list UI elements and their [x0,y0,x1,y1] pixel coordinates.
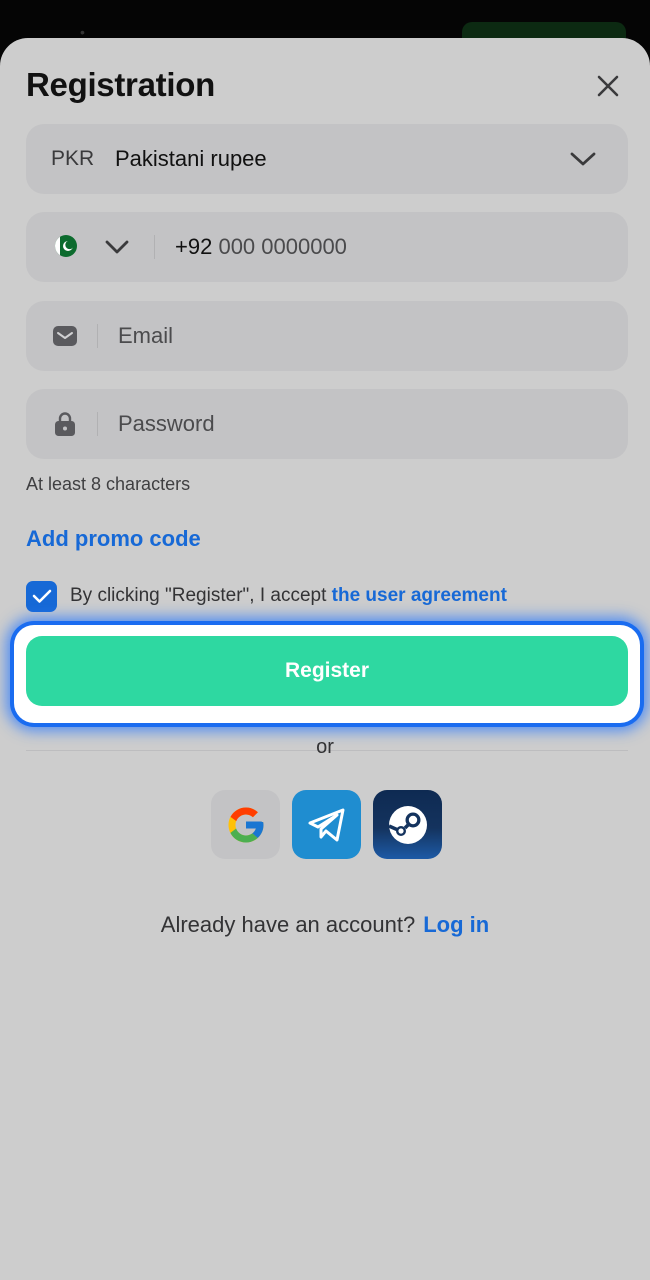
close-icon [597,75,619,97]
envelope-icon [52,323,78,349]
lock-icon [52,411,78,437]
agreement-text: By clicking "Register", I accept the use… [70,585,507,607]
close-button[interactable] [590,68,626,104]
add-promo-code-link[interactable]: Add promo code [26,526,201,552]
register-highlight: Register [14,625,640,723]
phone-prefix: +92 [175,234,213,259]
field-divider [97,412,98,436]
login-row: Already have an account? Log in [0,912,650,938]
checkmark-icon [32,589,51,603]
user-agreement-link[interactable]: the user agreement [332,585,507,606]
currency-code: PKR [51,147,95,170]
phone-input[interactable]: +92 000 0000000 [175,234,347,260]
dialog-title: Registration [26,66,215,103]
currency-name: Pakistani rupee [115,146,267,171]
telegram-login-button[interactable] [292,790,361,859]
agreement-row: By clicking "Register", I accept the use… [26,580,507,612]
email-input[interactable]: Email [118,323,173,349]
register-button[interactable]: Register [26,636,628,706]
field-divider [97,324,98,348]
log-in-link[interactable]: Log in [423,912,489,937]
login-prompt: Already have an account? [160,912,416,937]
social-login-row [211,790,442,859]
google-login-button[interactable] [211,790,280,859]
email-field[interactable]: Email [26,301,628,371]
currency-select[interactable]: PKR Pakistani rupee [26,124,628,194]
password-field[interactable]: Password [26,389,628,459]
telegram-icon [308,808,344,841]
phone-field[interactable]: +92 000 0000000 [26,212,628,282]
password-hint: At least 8 characters [26,474,191,494]
field-divider [154,235,155,259]
pakistan-flag-icon [54,234,78,258]
password-input[interactable]: Password [118,411,215,437]
chevron-down-icon [568,146,598,172]
registration-sheet: Registration PKR Pakistani rupee +92 000… [0,38,650,1280]
country-chevron-down-icon[interactable] [102,234,132,260]
steam-icon [387,805,427,844]
agreement-checkbox[interactable] [26,580,57,612]
google-icon [228,807,263,842]
phone-placeholder: 000 0000000 [218,234,347,259]
or-divider-label: or [316,736,334,758]
steam-login-button[interactable] [373,790,442,859]
agreement-text-label: By clicking "Register", I accept [70,585,332,606]
